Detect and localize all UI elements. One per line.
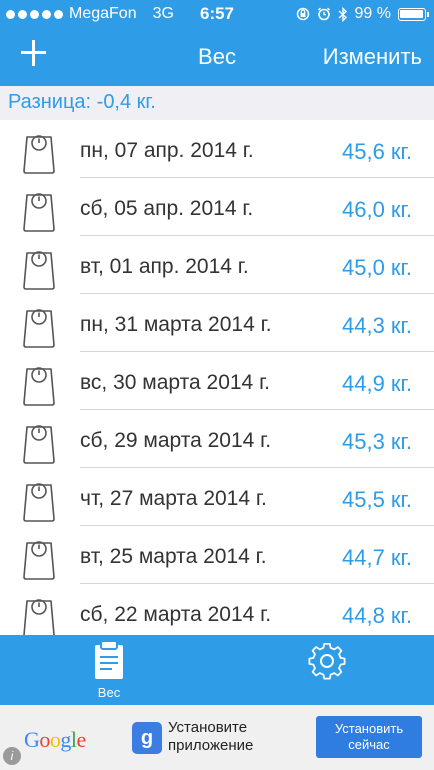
scale-icon — [22, 479, 56, 528]
scale-icon — [22, 595, 56, 635]
entry-date: вт, 25 марта 2014 г. — [80, 545, 267, 568]
list-item[interactable]: вт, 25 марта 2014 г. 44,7 кг. — [0, 526, 434, 584]
ad-text-line2: приложение — [168, 737, 254, 754]
battery-icon — [398, 7, 429, 21]
install-now-button[interactable]: Установить сейчас — [316, 716, 422, 758]
list-item[interactable]: сб, 22 марта 2014 г. 44,8 кг. — [0, 584, 434, 635]
entry-weight: 44,8 кг. — [341, 603, 412, 628]
entry-date: пн, 31 марта 2014 г. — [80, 313, 272, 336]
list-item[interactable]: сб, 29 марта 2014 г. 45,3 кг. — [0, 410, 434, 468]
google-play-icon: g — [132, 722, 162, 754]
google-logo: Google — [24, 727, 86, 752]
install-button-line2: сейчас — [348, 737, 390, 752]
scale-icon — [22, 363, 56, 412]
install-button-line1: Установить — [334, 721, 404, 736]
tab-settings[interactable] — [280, 635, 374, 705]
scale-icon — [22, 189, 56, 238]
header: MegaFon 3G 6:57 99 % Вес Изменить — [0, 0, 434, 86]
scale-icon — [22, 305, 56, 354]
status-bar: MegaFon 3G 6:57 99 % — [0, 0, 434, 28]
scale-icon — [22, 247, 56, 296]
gear-icon — [308, 642, 346, 680]
tab-bar: Вес — [0, 635, 434, 705]
list-item[interactable]: сб, 05 апр. 2014 г. 46,0 кг. — [0, 178, 434, 236]
edit-button[interactable]: Изменить — [323, 44, 422, 70]
scale-icon — [22, 537, 56, 586]
list-item[interactable]: вт, 01 апр. 2014 г. 45,0 кг. — [0, 236, 434, 294]
tab-weight[interactable]: Вес — [62, 635, 156, 705]
list-item[interactable]: вс, 30 марта 2014 г. 44,9 кг. — [0, 352, 434, 410]
status-right: 99 % — [296, 5, 429, 23]
entry-weight: 45,6 кг. — [341, 139, 412, 164]
entry-weight: 44,3 кг. — [341, 313, 412, 338]
rotation-lock-icon — [296, 7, 309, 21]
entry-date: чт, 27 марта 2014 г. — [80, 487, 267, 510]
battery-percent: 99 % — [354, 5, 391, 22]
entry-date: вт, 01 апр. 2014 г. — [80, 255, 249, 278]
scale-icon — [22, 421, 56, 470]
ad-info-icon[interactable]: i — [3, 747, 21, 765]
entry-weight: 44,9 кг. — [341, 371, 412, 396]
scale-icon — [22, 131, 56, 180]
list-item[interactable]: пн, 07 апр. 2014 г. 45,6 кг. — [0, 120, 434, 178]
ad-text-line1: Установите — [168, 719, 248, 736]
ad-banner[interactable]: Google g Установите приложение Установит… — [0, 705, 434, 770]
entry-date: сб, 05 апр. 2014 г. — [80, 197, 254, 220]
ad-text: Установите приложение — [168, 719, 253, 755]
difference-summary: Разница: -0,4 кг. — [0, 86, 434, 120]
weight-list[interactable]: пн, 07 апр. 2014 г. 45,6 кг. сб, 05 апр. 2… — [0, 120, 434, 635]
tab-weight-label: Вес — [97, 685, 121, 700]
list-item[interactable]: чт, 27 марта 2014 г. 45,5 кг. — [0, 468, 434, 526]
alarm-icon — [317, 7, 330, 21]
entry-weight: 44,7 кг. — [341, 545, 412, 570]
entry-weight: 45,0 кг. — [341, 255, 412, 280]
entry-date: пн, 07 апр. 2014 г. — [80, 139, 254, 162]
add-button[interactable] — [16, 36, 50, 70]
entry-weight: 45,3 кг. — [341, 429, 412, 454]
entry-date: вс, 30 марта 2014 г. — [80, 371, 270, 394]
clipboard-icon — [95, 640, 123, 679]
entry-date: сб, 29 марта 2014 г. — [80, 429, 272, 452]
entry-weight: 46,0 кг. — [341, 197, 412, 222]
bluetooth-icon — [338, 6, 347, 22]
battery-level — [400, 9, 423, 18]
list-item[interactable]: пн, 31 марта 2014 г. 44,3 кг. — [0, 294, 434, 352]
entry-date: сб, 22 марта 2014 г. — [80, 603, 272, 626]
entry-weight: 45,5 кг. — [341, 487, 412, 512]
